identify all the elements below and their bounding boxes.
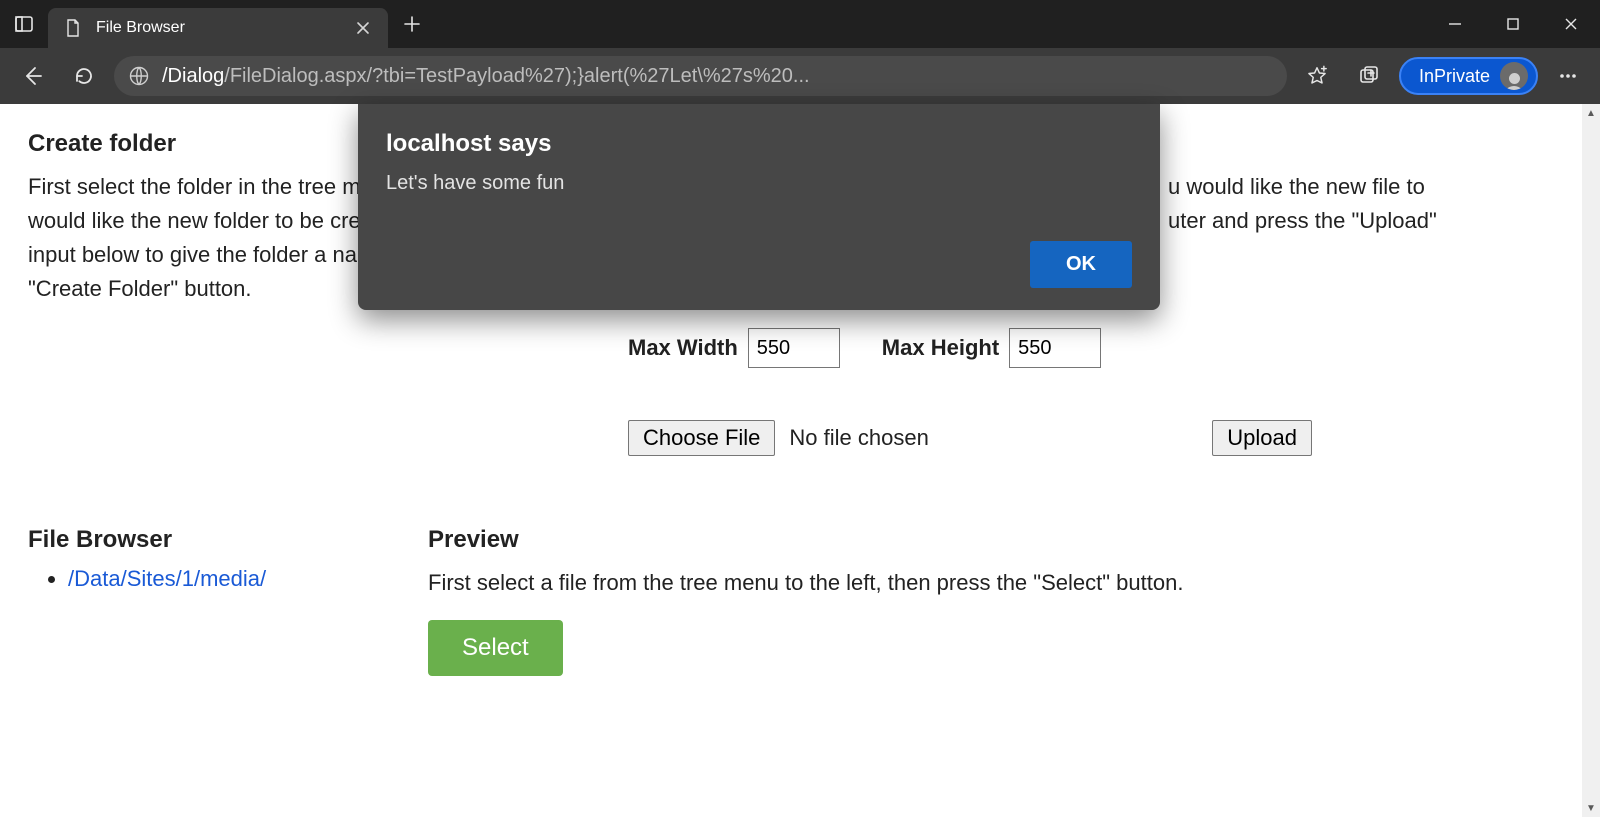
refresh-icon [73, 65, 95, 87]
window-maximize-button[interactable] [1484, 0, 1542, 48]
chosen-file-status: No file chosen [789, 425, 928, 451]
vertical-scrollbar[interactable]: ▲ ▼ [1582, 104, 1600, 817]
more-button[interactable] [1546, 56, 1590, 96]
arrow-left-icon [21, 65, 43, 87]
url-path-prefix: /Dialog [162, 65, 224, 87]
upload-hint-fragment-1: u would like the new file to [1168, 174, 1425, 199]
scroll-up-button[interactable]: ▲ [1582, 104, 1600, 122]
close-icon [1564, 17, 1578, 31]
browser-toolbar: /Dialog/FileDialog.aspx/?tbi=TestPayload… [0, 48, 1600, 104]
max-height-input[interactable] [1009, 328, 1101, 368]
scroll-down-button[interactable]: ▼ [1582, 799, 1600, 817]
select-button[interactable]: Select [428, 620, 563, 676]
max-height-label: Max Height [882, 335, 999, 361]
tab-title: File Browser [96, 19, 342, 37]
plus-icon [404, 16, 420, 32]
page-icon [64, 19, 82, 37]
file-browser-heading: File Browser [28, 526, 388, 554]
back-button[interactable] [10, 56, 54, 96]
profile-avatar-icon [1500, 62, 1528, 90]
window-close-button[interactable] [1542, 0, 1600, 48]
preview-instructions: First select a file from the tree menu t… [428, 566, 1572, 600]
alert-title: localhost says [386, 130, 1132, 158]
alert-message: Let's have some fun [386, 172, 1132, 195]
upload-button[interactable]: Upload [1212, 420, 1312, 456]
page-viewport: Create folder First select the folder in… [0, 104, 1600, 817]
max-width-label: Max Width [628, 335, 738, 361]
tab-strip: File Browser [0, 0, 436, 48]
ellipsis-icon [1557, 65, 1579, 87]
tab-actions-button[interactable] [0, 0, 48, 48]
preview-heading: Preview [428, 526, 1572, 554]
window-titlebar: File Browser [0, 0, 1600, 48]
file-tree: /Data/Sites/1/media/ [28, 566, 388, 592]
file-tree-item: /Data/Sites/1/media/ [68, 566, 388, 592]
collections-icon [1358, 65, 1380, 87]
javascript-alert-dialog: localhost says Let's have some fun OK [358, 104, 1160, 310]
new-tab-button[interactable] [388, 0, 436, 48]
close-icon [356, 21, 370, 35]
maximize-icon [1506, 17, 1520, 31]
alert-ok-button[interactable]: OK [1030, 241, 1132, 288]
inprivate-label: InPrivate [1419, 66, 1490, 87]
url-path-rest: /FileDialog.aspx/?tbi=TestPayload%27);}a… [224, 65, 809, 87]
tabs-icon [14, 14, 34, 34]
scrollbar-track[interactable] [1582, 122, 1600, 799]
address-bar[interactable]: /Dialog/FileDialog.aspx/?tbi=TestPayload… [114, 56, 1287, 96]
minimize-icon [1448, 17, 1462, 31]
file-tree-link[interactable]: /Data/Sites/1/media/ [68, 566, 266, 591]
window-minimize-button[interactable] [1426, 0, 1484, 48]
collections-button[interactable] [1347, 56, 1391, 96]
upload-hint-fragment-2: uter and press the "Upload" [1168, 208, 1437, 233]
star-icon [1306, 65, 1328, 87]
inprivate-indicator[interactable]: InPrivate [1399, 57, 1538, 95]
favorites-button[interactable] [1295, 56, 1339, 96]
max-width-input[interactable] [748, 328, 840, 368]
browser-tab[interactable]: File Browser [48, 8, 388, 48]
refresh-button[interactable] [62, 56, 106, 96]
choose-file-button[interactable]: Choose File [628, 420, 775, 456]
globe-icon [128, 65, 150, 87]
tab-close-button[interactable] [356, 21, 370, 35]
